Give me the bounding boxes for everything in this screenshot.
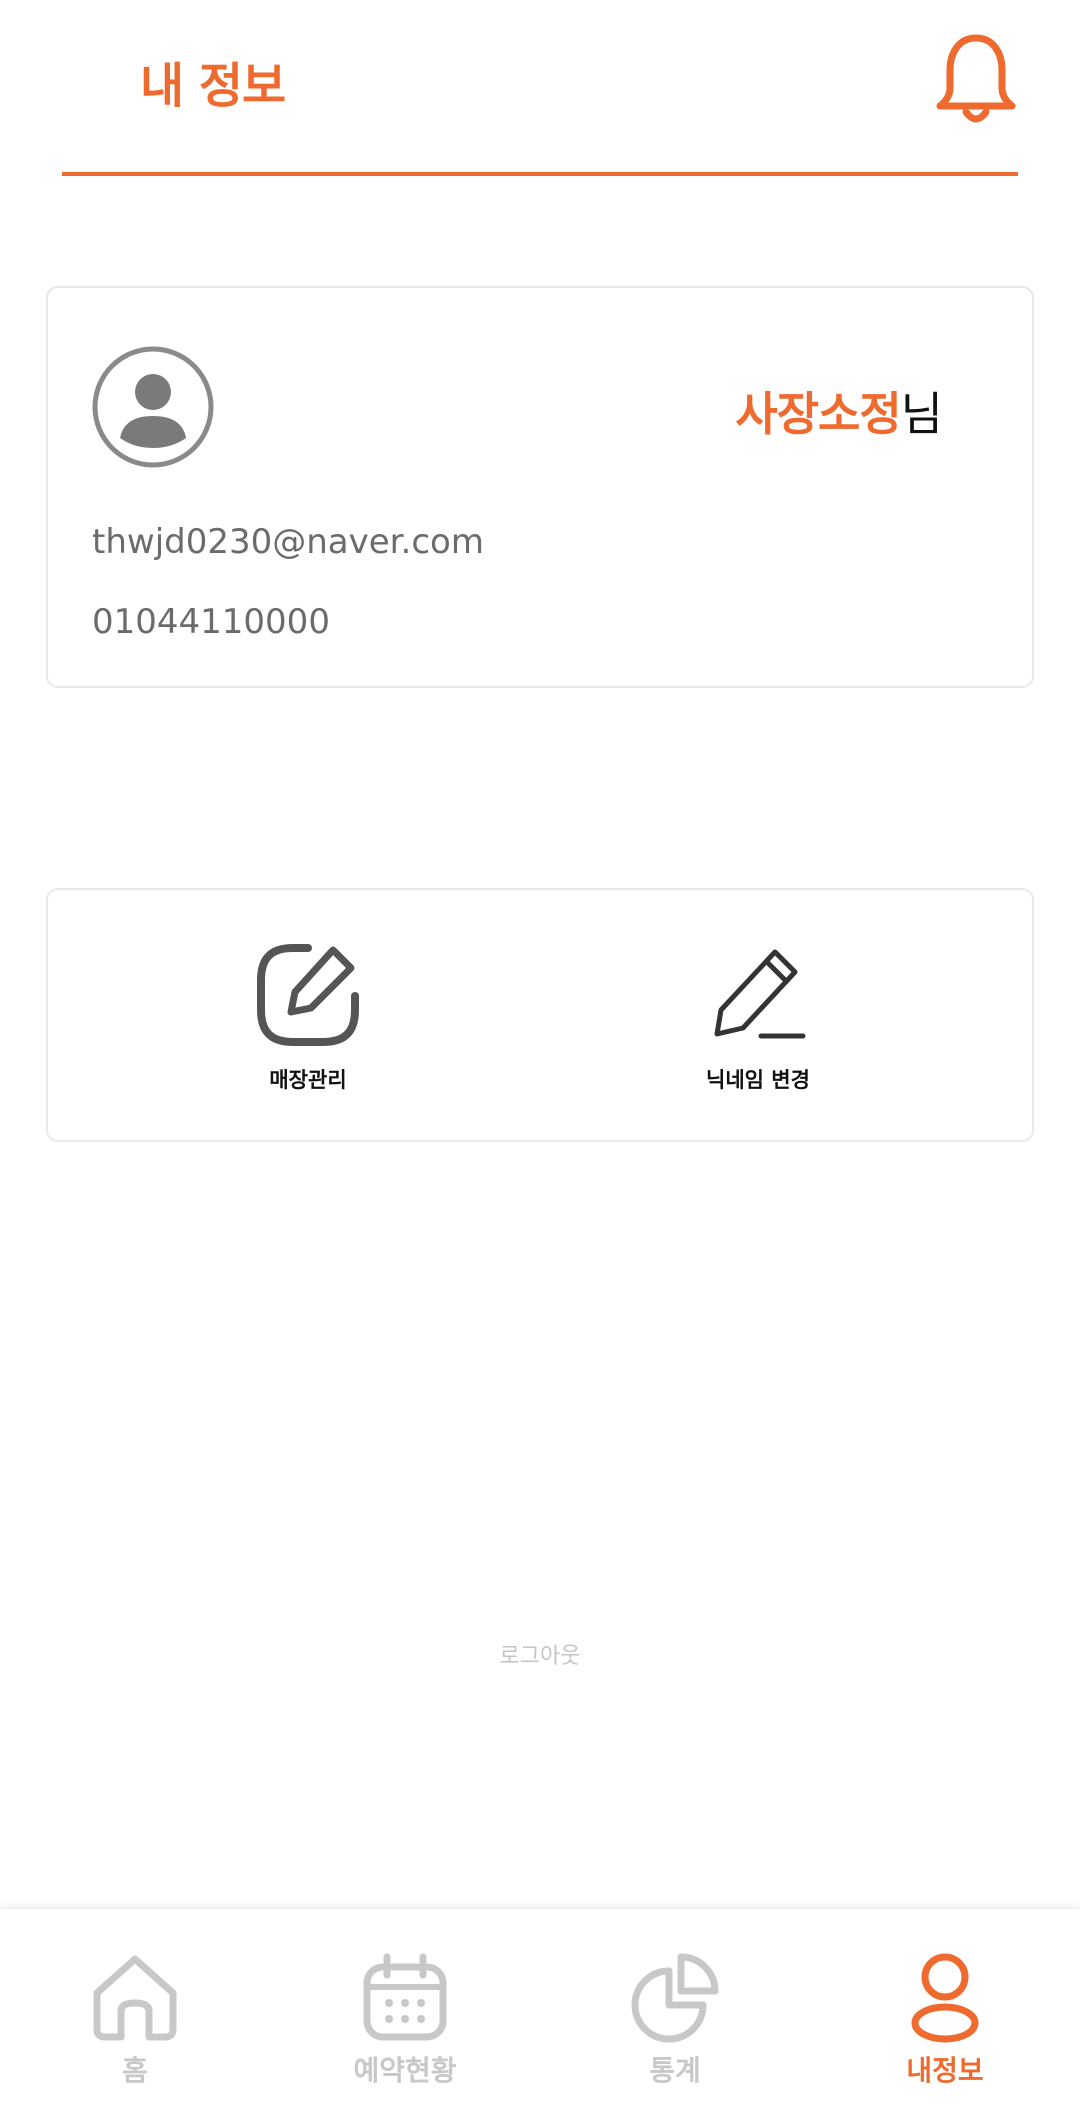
nav-reservations[interactable]: 예약현황 xyxy=(295,1949,515,2089)
owner-name-text: 사장소정 xyxy=(735,387,901,441)
owner-name-suffix: 님 xyxy=(900,387,943,441)
logout-link[interactable]: 로그아웃 xyxy=(0,1638,1080,1670)
change-nickname-button[interactable]: 닉네임 변경 xyxy=(648,940,868,1094)
nav-my-info[interactable]: 내정보 xyxy=(835,1949,1055,2089)
nav-home-label: 홈 xyxy=(122,2054,148,2087)
phone-text: 01044110000 xyxy=(92,602,330,642)
nav-statistics[interactable]: 통계 xyxy=(565,1949,785,2089)
profile-card: 사장소정님 thwjd0230@naver.com 01044110000 xyxy=(46,286,1034,688)
store-management-button[interactable]: 매장관리 xyxy=(198,940,418,1094)
edit-square-icon xyxy=(257,944,359,1046)
nav-my-info-label: 내정보 xyxy=(906,2054,984,2087)
calendar-icon xyxy=(363,1953,447,2041)
store-management-label: 매장관리 xyxy=(269,1068,347,1092)
page-title: 내 정보 xyxy=(140,58,286,114)
nav-reservations-label: 예약현황 xyxy=(353,2054,457,2087)
change-nickname-label: 닉네임 변경 xyxy=(706,1068,810,1092)
pie-chart-icon xyxy=(631,1953,719,2043)
nav-home[interactable]: 홈 xyxy=(25,1949,245,2089)
owner-name: 사장소정님 xyxy=(735,378,943,444)
nav-statistics-label: 통계 xyxy=(649,2054,701,2087)
email-text: thwjd0230@naver.com xyxy=(92,522,484,562)
home-icon xyxy=(93,1955,177,2041)
avatar xyxy=(92,346,214,468)
bottom-nav: 홈 예약현황 통계 내정보 xyxy=(0,1908,1080,2115)
pencil-icon xyxy=(714,949,806,1039)
bell-icon[interactable] xyxy=(930,28,1022,128)
menu-card: 매장관리 닉네임 변경 xyxy=(46,888,1034,1142)
header-divider xyxy=(62,172,1018,176)
user-icon xyxy=(911,1953,979,2043)
